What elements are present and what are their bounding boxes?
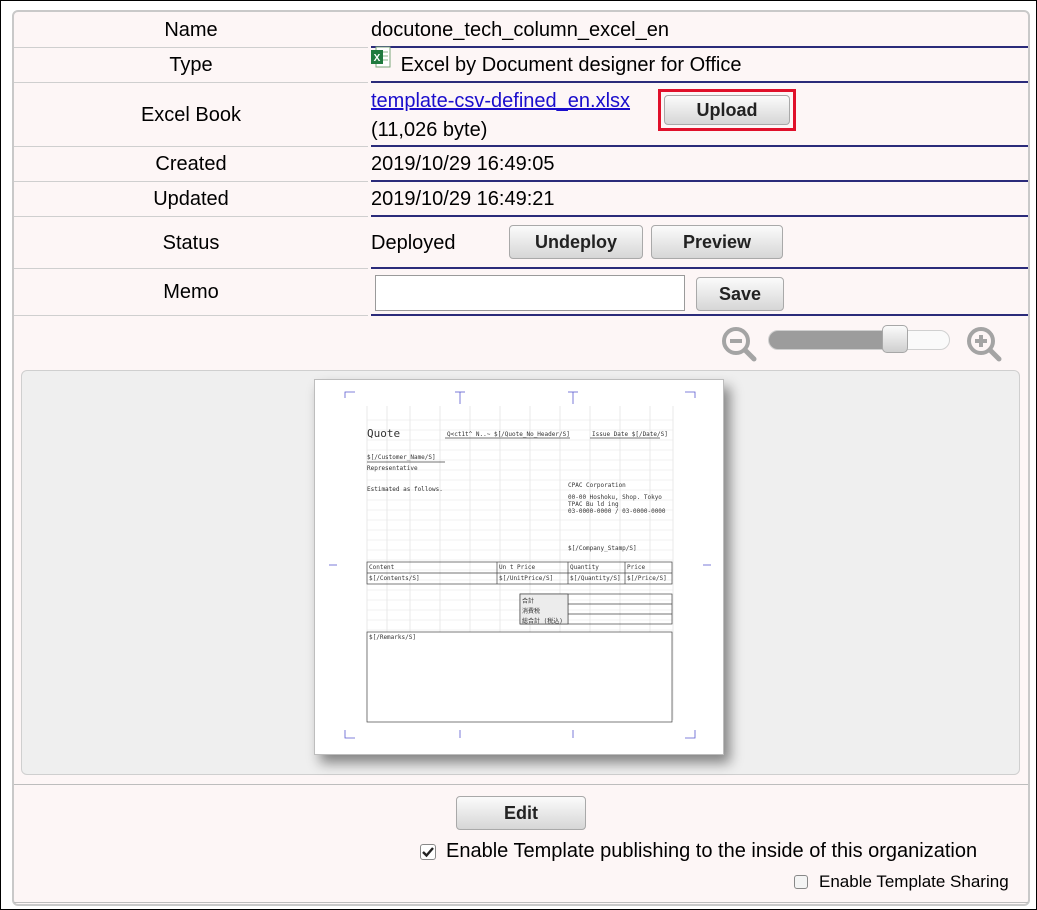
sharing-label: Enable Template Sharing [819,872,1009,891]
sheet-col-quantity: Quantity [570,564,599,571]
undeploy-button[interactable]: Undeploy [509,225,643,259]
memo-label: Memo [14,269,368,316]
sheet-sum-3: 総合計 (税込) [522,618,563,625]
sheet-quote-no: Q<ct1t^ N..~ $[/Quote_No_Header/S] [447,431,570,438]
sheet-cell-price: $[/Price/S] [627,575,667,582]
type-value-cell: X Excel by Document designer for Office [371,45,1028,83]
sheet-cell-unit: $[/UnitPrice/S] [499,575,554,582]
sheet-company-1: CPAC Corporation [568,482,626,489]
checkmark-icon [422,847,434,858]
excel-icon: X [371,45,391,80]
created-value: 2019/10/29 16:49:05 [371,147,1028,182]
sheet-estimated: Estimated as follows. [367,486,443,493]
zoom-in-icon[interactable] [966,326,1002,367]
type-row: Type X Excel by Document designer for Of… [14,45,1028,83]
name-row: Name docutone_tech_column_excel_en [14,12,1028,48]
status-row: Status Deployed Undeploy Preview [14,217,1028,269]
excel-book-value-cell: template-csv-defined_en.xlsx (11,026 byt… [371,83,1028,147]
updated-row: Updated 2019/10/29 16:49:21 [14,182,1028,217]
sheet-sum-2: 消費税 [522,608,541,615]
sheet-company-stamp: $[/Company_Stamp/S] [568,545,637,552]
sheet-col-content: Content [369,564,395,571]
svg-text:X: X [374,53,381,64]
bottom-divider [14,902,1028,903]
sheet-cell-qty: $[/Quantity/S] [570,575,621,582]
zoom-slider[interactable] [768,330,950,350]
template-detail-panel: Name docutone_tech_column_excel_en Type … [12,10,1030,906]
excel-file-link[interactable]: template-csv-defined_en.xlsx [371,89,630,113]
memo-row: Memo Save [14,269,1028,316]
created-label: Created [14,147,368,182]
sheet-cell-content: $[/Contents/S] [369,575,420,582]
sheet-company-3: TPAC Bu ld ing [568,501,619,508]
sheet-representative: Representative [367,465,418,472]
window-frame: Name docutone_tech_column_excel_en Type … [0,0,1037,910]
edit-button[interactable]: Edit [456,796,586,830]
template-preview-area: Quote Q<ct1t^ N..~ $[/Quote_No_Header/S]… [21,370,1020,775]
footer-divider [14,784,1028,785]
excel-file-size: (11,026 byte) [371,119,488,141]
publish-label: Enable Template publishing to the inside… [446,840,978,862]
type-value: Excel by Document designer for Office [400,54,742,76]
sheet-issue-date: Issue Date $[/Date/S] [592,431,668,438]
template-sheet-thumbnail: Quote Q<ct1t^ N..~ $[/Quote_No_Header/S]… [314,379,724,755]
updated-value: 2019/10/29 16:49:21 [371,182,1028,217]
status-label: Status [14,217,368,269]
memo-input[interactable] [375,275,685,311]
sheet-col-unit-price: Un t Price [499,564,536,571]
sheet-sum-1: 合計 [522,598,535,605]
type-label: Type [14,48,368,83]
name-value: docutone_tech_column_excel_en [371,12,1028,48]
excel-book-label: Excel Book [14,83,368,147]
sheet-title: Quote [367,427,401,440]
updated-label: Updated [14,182,368,217]
preview-button[interactable]: Preview [651,225,783,259]
sheet-col-price: Price [627,564,646,571]
sheet-customer: $[/Customer_Name/S] [367,454,436,461]
memo-save-button[interactable]: Save [696,277,784,311]
sheet-remarks: $[/Remarks/S] [369,634,416,641]
upload-button[interactable]: Upload [664,95,790,125]
created-row: Created 2019/10/29 16:49:05 [14,147,1028,182]
memo-value-cell: Save [371,269,1028,316]
zoom-slider-thumb[interactable] [882,325,908,353]
sheet-company-2: 00-00 Hoshoku, Shop. Tokyo [568,494,662,501]
name-label: Name [14,12,368,48]
sheet-company-4: 03-0000-0000 / 03-0000-0000 [568,508,666,515]
status-value-cell: Deployed Undeploy Preview [371,217,1028,269]
publish-checkbox[interactable] [420,844,436,860]
excel-book-row: Excel Book template-csv-defined_en.xlsx … [14,83,1028,147]
sharing-checkbox[interactable] [794,875,808,889]
zoom-out-icon[interactable] [721,326,757,367]
status-value: Deployed [371,232,456,254]
